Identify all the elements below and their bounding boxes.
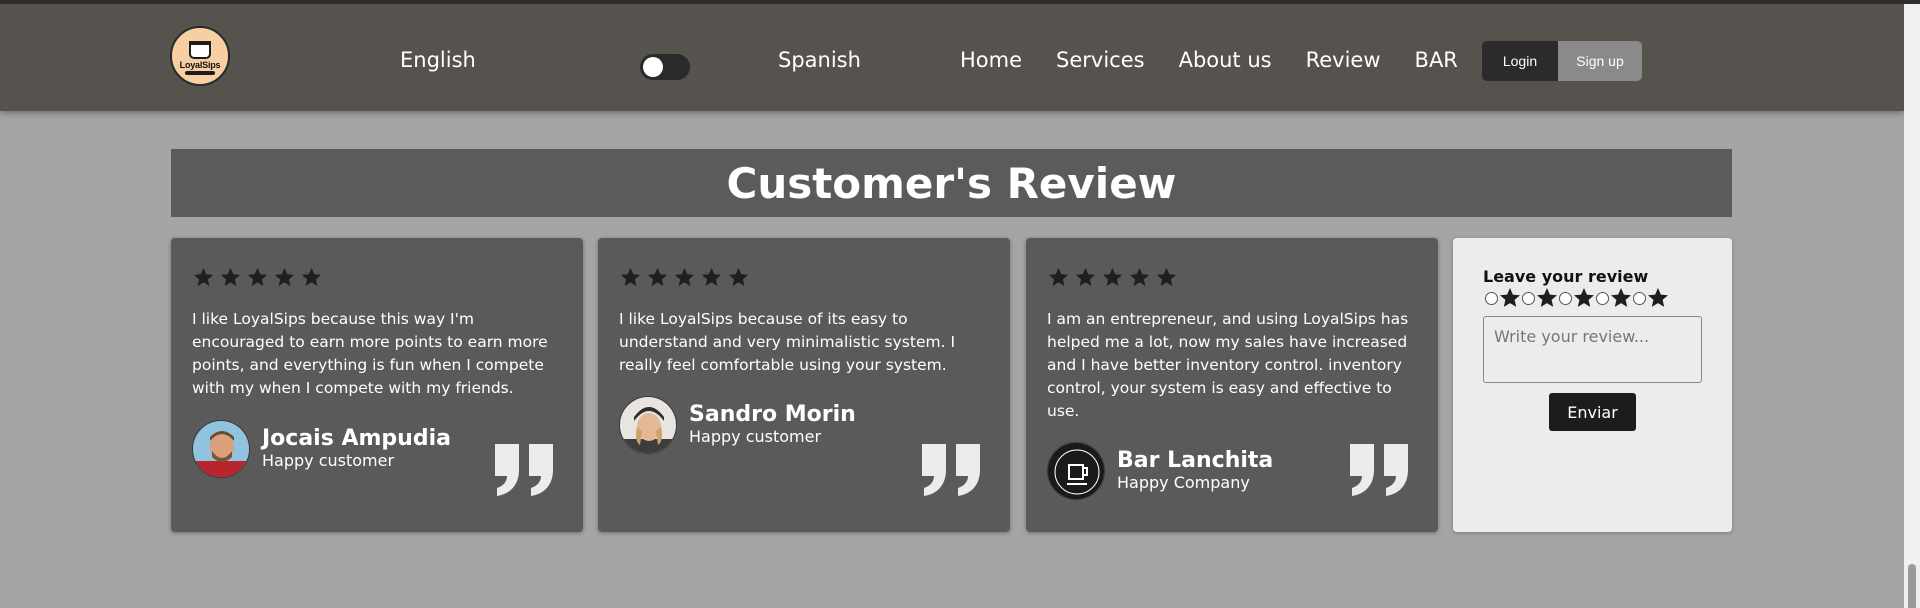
logo-text: LoyalSips: [179, 60, 221, 70]
avatar: [1047, 442, 1105, 500]
star-icon: [1075, 267, 1096, 287]
star-icon: [1156, 267, 1177, 287]
avatar: [619, 396, 677, 454]
rating-input: [1485, 286, 1670, 310]
star-icon[interactable]: [1608, 286, 1634, 310]
star-icon: [1048, 267, 1069, 287]
submit-review-button[interactable]: Enviar: [1549, 393, 1636, 431]
star-rating: [192, 266, 323, 289]
reviewer-name: Bar Lanchita: [1117, 448, 1274, 473]
review-text: I like LoyalSips because this way I'm en…: [192, 310, 548, 397]
reviewer-role: Happy Company: [1117, 473, 1250, 492]
beer-mug-icon: [189, 41, 211, 59]
reviewer: Jocais Ampudia Happy customer: [192, 420, 451, 478]
nav-home[interactable]: Home: [960, 48, 1022, 72]
quote-icon: [1350, 444, 1408, 496]
star-rating: [1047, 266, 1178, 289]
signup-button[interactable]: Sign up: [1558, 41, 1642, 81]
star-icon[interactable]: [1534, 286, 1560, 310]
review-text: I like LoyalSips because of its easy to …: [619, 310, 956, 374]
star-icon: [620, 267, 641, 287]
toggle-knob: [643, 57, 663, 77]
auth-buttons: Login Sign up: [1482, 41, 1642, 81]
reviewer: Sandro Morin Happy customer: [619, 396, 856, 454]
star-icon: [701, 267, 722, 287]
nav-links: Home Services About us Review BAR: [960, 48, 1492, 72]
section-title: Customer's Review: [171, 149, 1732, 217]
review-card: I am an entrepreneur, and using LoyalSip…: [1026, 238, 1438, 532]
lang-english-label: English: [400, 48, 476, 72]
login-button[interactable]: Login: [1482, 41, 1558, 81]
reviewer-name: Sandro Morin: [689, 402, 856, 427]
lang-spanish-label: Spanish: [778, 48, 861, 72]
star-icon: [728, 267, 749, 287]
quote-icon: [495, 444, 553, 496]
review-card: I like LoyalSips because this way I'm en…: [171, 238, 583, 532]
reviewer-role: Happy customer: [689, 427, 822, 446]
reviewer-role: Happy customer: [262, 451, 395, 470]
star-icon[interactable]: [1571, 286, 1597, 310]
star-icon: [301, 267, 322, 287]
star-icon[interactable]: [1645, 286, 1671, 310]
star-icon: [247, 267, 268, 287]
review-card: I like LoyalSips because of its easy to …: [598, 238, 1010, 532]
logo[interactable]: LoyalSips: [170, 26, 230, 86]
scrollbar-thumb[interactable]: [1908, 564, 1916, 608]
star-icon: [274, 267, 295, 287]
nav-about-us[interactable]: About us: [1179, 48, 1272, 72]
star-icon: [647, 267, 668, 287]
scrollbar[interactable]: [1904, 4, 1920, 608]
nav-services[interactable]: Services: [1056, 48, 1145, 72]
review-textarea[interactable]: Write your review...: [1483, 316, 1702, 383]
star-icon: [193, 267, 214, 287]
nav-review[interactable]: Review: [1306, 48, 1381, 72]
review-text: I am an entrepreneur, and using LoyalSip…: [1047, 310, 1409, 420]
star-icon: [1129, 267, 1150, 287]
logo-bar: [185, 71, 215, 75]
star-icon[interactable]: [1497, 286, 1523, 310]
form-title: Leave your review: [1483, 267, 1649, 286]
reviewer-name: Jocais Ampudia: [262, 426, 451, 451]
avatar: [192, 420, 250, 478]
star-icon: [220, 267, 241, 287]
navbar: LoyalSips English Spanish Home Services …: [0, 4, 1904, 111]
star-rating: [619, 266, 750, 289]
language-toggle[interactable]: [640, 54, 690, 80]
quote-icon: [922, 444, 980, 496]
reviewer: Bar Lanchita Happy Company: [1047, 442, 1273, 500]
nav-bar[interactable]: BAR: [1415, 48, 1458, 72]
star-icon: [674, 267, 695, 287]
review-form: Leave your review Write your review... E…: [1453, 238, 1732, 532]
star-icon: [1102, 267, 1123, 287]
